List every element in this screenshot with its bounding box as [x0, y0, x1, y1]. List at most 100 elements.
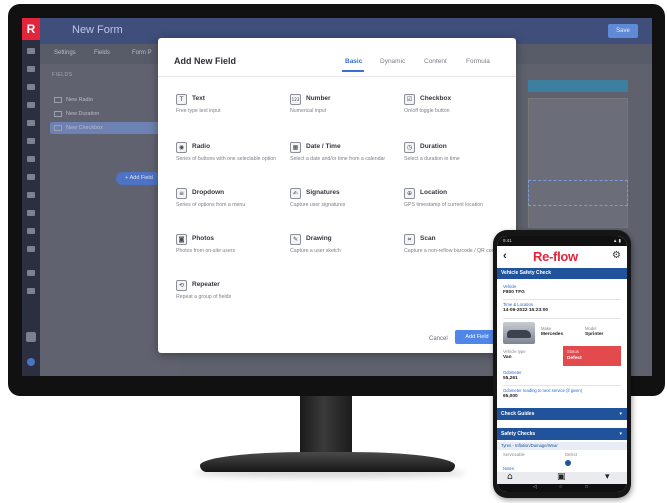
field-type-date-time[interactable]: ▦ Date / Time Select a date and/or time fr…	[290, 142, 394, 172]
gear-icon[interactable]: ⚙	[612, 250, 621, 261]
back-nav-icon[interactable]: ◁	[533, 484, 537, 490]
tab-settings[interactable]: Settings	[54, 50, 76, 56]
field-type-description: Select a duration in time	[404, 156, 460, 162]
field-list-item[interactable]: New Radio	[50, 94, 174, 106]
field-type-location[interactable]: ⊕ Location GPS timestamp of current locati…	[404, 188, 508, 218]
camera-icon[interactable]: ▣	[557, 472, 566, 482]
home-icon[interactable]: ⌂	[507, 472, 513, 482]
time-location-field[interactable]: Time & Location 14-06-2022 15:23:00	[503, 302, 548, 313]
tab-formula[interactable]: Formula	[466, 58, 490, 65]
checkbox-icon	[54, 125, 62, 131]
lists-icon[interactable]	[27, 156, 35, 162]
add-field-button[interactable]: + Add Field	[116, 172, 162, 185]
menu-icon[interactable]: ▾	[605, 472, 610, 482]
field-type-name: Signatures	[306, 189, 340, 196]
field-type-description: Series of buttons with one selectable op…	[176, 156, 277, 162]
recents-nav-icon[interactable]: □	[585, 484, 588, 490]
tab-content[interactable]: Content	[424, 58, 447, 65]
serviceable-option[interactable]: Serviceable	[503, 452, 525, 457]
number-icon: 123	[290, 94, 301, 105]
checkbox-icon: ☑	[404, 94, 415, 105]
tab-form-properties[interactable]: Form P	[132, 50, 152, 56]
field-list-item[interactable]: New Duration	[50, 108, 174, 120]
app-sidebar: R	[22, 18, 40, 376]
field-type-number[interactable]: 123 Number Numerical input	[290, 94, 394, 124]
odometer-field[interactable]: Odometer 55,261	[503, 370, 522, 381]
field-type-drawing[interactable]: ✎ Drawing Capture a user sketch	[290, 234, 394, 264]
clock-icon: ◷	[404, 142, 415, 153]
location-icon: ⊕	[404, 188, 415, 199]
monitor-stand-base	[200, 452, 455, 472]
settings-icon[interactable]	[27, 288, 35, 294]
cancel-button[interactable]: Cancel	[429, 336, 448, 342]
field-type-name: Date / Time	[306, 143, 341, 150]
records-icon[interactable]	[27, 84, 35, 90]
reports-icon[interactable]	[27, 120, 35, 126]
status-badge: Status Defect	[563, 346, 621, 366]
text-icon: T	[176, 94, 187, 105]
messages-icon[interactable]	[27, 246, 35, 252]
field-type-name: Duration	[420, 143, 447, 150]
model-field: Model Sprinter	[585, 326, 604, 337]
field-type-duration[interactable]: ◷ Duration Select a duration in time	[404, 142, 508, 172]
field-type-description: Capture a user sketch	[290, 248, 341, 254]
field-type-name: Radio	[192, 143, 211, 150]
back-icon[interactable]: ‹	[503, 250, 507, 262]
field-type-text[interactable]: T Text Free type text input	[176, 94, 280, 124]
schedule-icon[interactable]	[27, 174, 35, 180]
status-bar: 9:41 ▲ ▮	[497, 236, 627, 246]
field-type-name: Repeater	[192, 281, 220, 288]
docs-icon[interactable]	[27, 138, 35, 144]
field-type-name: Number	[306, 95, 331, 102]
field-type-repeater[interactable]: ⟲ Repeater Repeat a group of fields	[176, 280, 280, 310]
field-type-description: GPS timestamp of current location	[404, 202, 483, 208]
vehicle-type-field: Vehicle type Van	[503, 349, 526, 360]
tab-basic[interactable]: Basic	[345, 58, 362, 65]
field-type-checkbox[interactable]: ☑ Checkbox On/off toggle button	[404, 94, 508, 124]
product-showcase: R New Form Save Settings Fields Form P F…	[0, 0, 667, 503]
service-field[interactable]: Odometer reading to next service (if giv…	[503, 388, 582, 399]
devices-icon[interactable]	[27, 228, 35, 234]
status-time: 9:41	[503, 238, 512, 243]
dropdown-icon: ≡	[176, 188, 187, 199]
section-check-guides[interactable]: Check Guides ▾	[497, 408, 627, 420]
avatar[interactable]	[26, 332, 36, 342]
field-type-radio[interactable]: ◉ Radio Series of buttons with one selecta…	[176, 142, 280, 172]
vehicle-photo[interactable]	[503, 322, 535, 344]
field-type-photos[interactable]: ◙ Photos Photos from on-site users	[176, 234, 280, 264]
assets-icon[interactable]	[27, 192, 35, 198]
make-field: Make Mercedes	[541, 326, 564, 337]
home-nav-icon[interactable]: ○	[559, 484, 562, 490]
signature-icon: ✍	[290, 188, 301, 199]
home-icon[interactable]	[27, 48, 35, 54]
field-type-name: Photos	[192, 235, 215, 242]
phone-screen: 9:41 ▲ ▮ ‹ Re-flow ⚙ Vehicle Safety Chec…	[497, 236, 627, 492]
vehicle-field[interactable]: Vehicle F800 TFG	[503, 284, 525, 295]
radio-icon	[54, 97, 62, 103]
save-button[interactable]: Save	[608, 24, 638, 38]
phone-header: ‹ Re-flow ⚙	[497, 246, 627, 268]
tab-fields[interactable]: Fields	[94, 50, 110, 56]
defect-option[interactable]: Defect	[565, 452, 577, 457]
field-list-item-selected[interactable]: New Checkbox	[50, 122, 174, 134]
field-type-description: Numerical input	[290, 108, 327, 114]
check-icon[interactable]	[565, 460, 571, 466]
field-type-description: Repeat a group of fields	[176, 294, 232, 300]
forms-icon[interactable]	[27, 66, 35, 72]
tab-dynamic[interactable]: Dynamic	[380, 58, 405, 65]
chevron-down-icon: ▾	[619, 431, 622, 437]
field-type-description: On/off toggle button	[404, 108, 450, 114]
app-logo[interactable]: R	[22, 18, 40, 40]
drop-zone[interactable]	[528, 180, 628, 206]
notes-field[interactable]: Notes	[503, 466, 514, 471]
field-type-description: Select a date and/or time from a calenda…	[290, 156, 386, 162]
users-icon[interactable]	[27, 102, 35, 108]
field-type-dropdown[interactable]: ≡ Dropdown Series of options from a menu	[176, 188, 280, 218]
field-type-description: Series of options from a menu	[176, 202, 246, 208]
section-safety-checks[interactable]: Safety Checks ▾	[497, 428, 627, 440]
field-type-description: Free type text input	[176, 108, 221, 114]
help-icon[interactable]	[27, 270, 35, 276]
form-title-bar: Vehicle Safety Check	[497, 268, 627, 279]
field-type-signatures[interactable]: ✍ Signatures Capture user signatures	[290, 188, 394, 218]
team-icon[interactable]	[27, 210, 35, 216]
